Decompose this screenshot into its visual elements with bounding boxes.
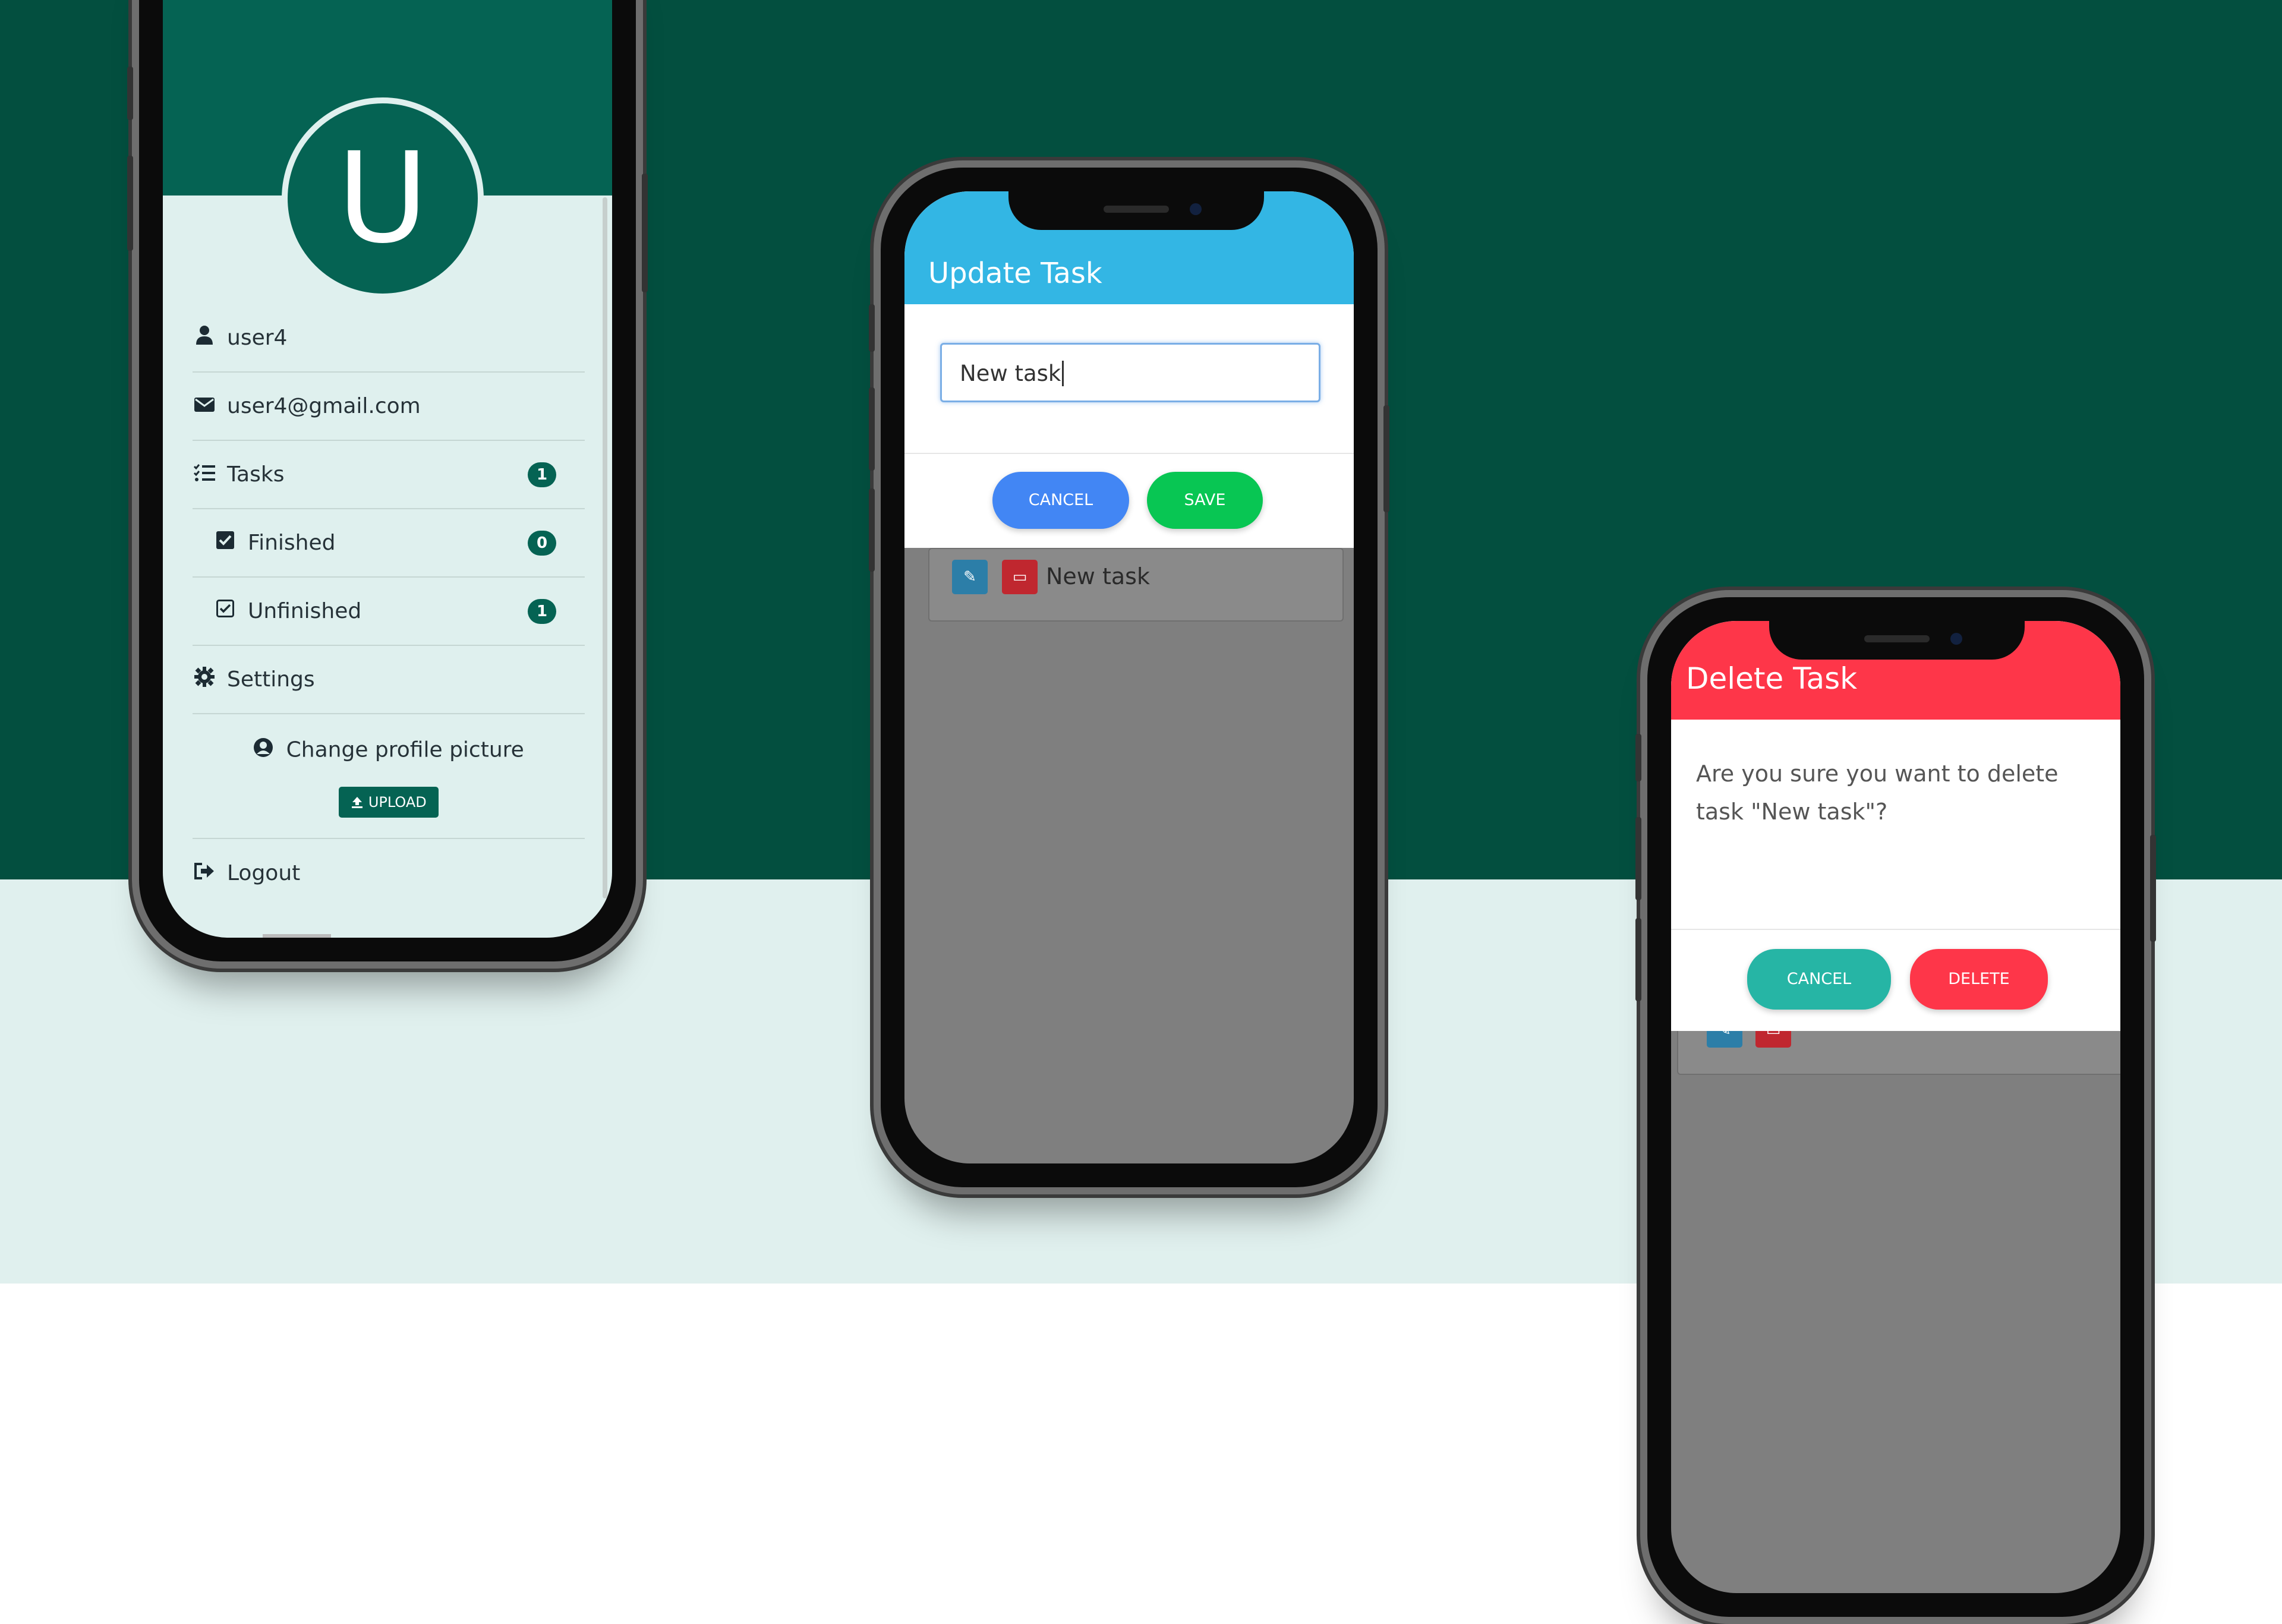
list-check-icon <box>193 462 216 487</box>
text-cursor <box>1062 361 1064 386</box>
tasks-count-badge: 1 <box>528 462 556 487</box>
phone-side-button <box>869 387 875 471</box>
phone-profile: U user4 user4@gmail.com Tasks 1 Finished… <box>127 0 648 969</box>
task-card: ✎ ▭ New task <box>928 548 1344 622</box>
menu-item-unfinished[interactable]: Unfinished 1 <box>193 578 585 646</box>
edit-button[interactable]: ✎ <box>952 560 988 594</box>
save-button[interactable]: SAVE <box>1147 472 1263 529</box>
phone-notch <box>1008 191 1264 230</box>
logout-label: Logout <box>227 861 301 885</box>
menu-item-tasks[interactable]: Tasks 1 <box>193 441 585 509</box>
profile-menu: user4 user4@gmail.com Tasks 1 Finished 0… <box>193 304 585 907</box>
upload-label: UPLOAD <box>368 793 427 811</box>
delete-task-button[interactable]: ▭ <box>1002 560 1038 594</box>
settings-label: Settings <box>227 667 315 692</box>
phone-side-button <box>127 67 133 120</box>
menu-item-username: user4 <box>193 304 585 373</box>
change-picture-label: Change profile picture <box>286 737 524 762</box>
update-task-modal: Update Task New task CANCEL SAVE <box>904 191 1354 548</box>
phone-side-button <box>869 304 875 352</box>
trash-icon: ▭ <box>1012 568 1027 586</box>
logout-icon <box>193 861 216 885</box>
phone-side-button <box>1635 918 1641 1001</box>
task-title: New task <box>1046 563 1150 589</box>
phone-delete-task: Delete Task Are you sure you want to del… <box>1635 590 2156 1624</box>
phone-notch <box>1769 621 2025 660</box>
user-circle-icon <box>253 737 273 763</box>
phone-side-button <box>869 488 875 572</box>
menu-item-finished[interactable]: Finished 0 <box>193 509 585 578</box>
modal-divider <box>904 453 1354 454</box>
edit-icon: ✎ <box>963 568 976 586</box>
update-screen: Update Task New task CANCEL SAVE ✎ ▭ New… <box>904 191 1354 1163</box>
unfinished-label: Unfinished <box>248 599 362 623</box>
finished-count-badge: 0 <box>528 530 556 556</box>
user-icon <box>193 325 216 351</box>
home-indicator <box>263 934 331 938</box>
camera-icon <box>1950 633 1962 645</box>
upload-button[interactable]: UPLOAD <box>339 786 439 818</box>
delete-confirmation-message: Are you sure you want to delete task "Ne… <box>1696 761 2059 825</box>
tasks-label: Tasks <box>227 462 285 487</box>
change-picture-row: Change profile picture <box>193 737 585 763</box>
task-name-input-value: New task <box>960 361 1061 386</box>
checkbox-outline-icon <box>213 599 237 623</box>
delete-button[interactable]: DELETE <box>1910 949 2048 1010</box>
upload-icon <box>351 794 368 811</box>
change-picture-section: Change profile picture UPLOAD <box>193 714 585 839</box>
finished-label: Finished <box>248 531 336 555</box>
speaker <box>1864 635 1930 642</box>
menu-item-logout[interactable]: Logout <box>193 839 585 907</box>
username-label: user4 <box>227 326 288 350</box>
checkbox-checked-icon <box>213 531 237 555</box>
cancel-button[interactable]: CANCEL <box>992 472 1129 529</box>
avatar[interactable]: U <box>282 97 484 299</box>
profile-screen: U user4 user4@gmail.com Tasks 1 Finished… <box>163 0 612 938</box>
speaker <box>1104 206 1169 213</box>
task-name-input[interactable]: New task <box>940 343 1320 402</box>
email-label: user4@gmail.com <box>227 394 421 418</box>
scrollbar[interactable] <box>603 197 607 898</box>
camera-icon <box>1190 203 1202 215</box>
phone-side-button <box>642 174 648 292</box>
menu-item-settings[interactable]: Settings <box>193 646 585 714</box>
phone-side-button <box>1635 817 1641 900</box>
envelope-icon <box>193 394 216 418</box>
phone-update-task: Update Task New task CANCEL SAVE ✎ ▭ New… <box>869 160 1389 1194</box>
phone-side-button <box>1635 734 1641 781</box>
unfinished-count-badge: 1 <box>528 598 556 624</box>
delete-screen: Delete Task Are you sure you want to del… <box>1671 621 2120 1593</box>
menu-item-email: user4@gmail.com <box>193 373 585 441</box>
delete-task-modal: Delete Task Are you sure you want to del… <box>1671 621 2120 1031</box>
phone-side-button <box>127 156 133 251</box>
gear-icon <box>193 667 216 692</box>
phone-side-button <box>1383 405 1389 512</box>
phone-side-button <box>2150 835 2156 942</box>
modal-divider <box>1671 929 2120 930</box>
cancel-button[interactable]: CANCEL <box>1747 949 1891 1010</box>
